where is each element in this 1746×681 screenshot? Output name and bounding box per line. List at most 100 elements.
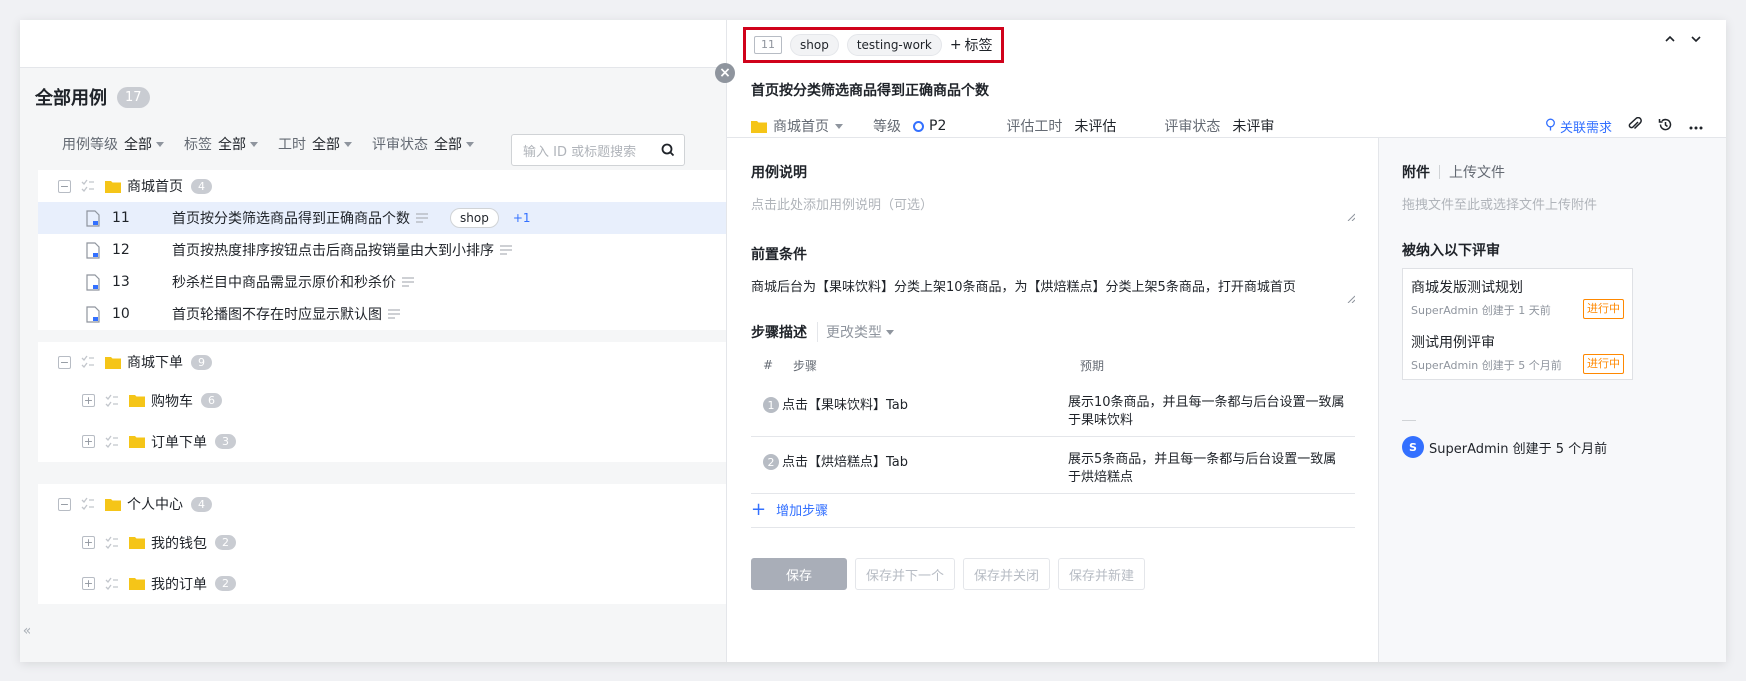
steps-col-num: # [763,358,774,372]
precondition-textarea[interactable]: 商城后台为【果味饮料】分类上架10条商品，为【烘焙糕点】分类上架5条商品，打开商… [751,276,1356,304]
search-input[interactable]: 输入 ID 或标题搜索 [511,134,685,166]
case-title-heading[interactable]: 首页按分类筛选商品得到正确商品个数 [751,80,989,100]
folder-count-badge: 4 [191,496,212,512]
tree-folder-row[interactable]: − 商城首页 4 [38,170,726,202]
tree-folder-row[interactable]: + 我的订单 2 [38,563,726,604]
step-row[interactable]: 2 点击【烘焙糕点】Tab 展示5条商品，并且每一条都与后台设置一致属于烘焙糕点 [751,437,1355,494]
filter-review-status[interactable]: 评审状态 全部 [372,134,474,154]
multi-select-icon[interactable] [105,577,119,591]
expand-icon[interactable]: + [82,577,95,590]
tree-folder-row[interactable]: + 订单下单 3 [38,421,726,462]
multi-select-icon[interactable] [105,536,119,550]
steps-title: 步骤描述 [751,325,807,341]
case-file-icon [86,241,100,259]
case-id: 10 [112,306,130,322]
search-icon[interactable] [652,135,684,165]
case-row[interactable]: 13 秒杀栏目中商品需显示原价和秒杀价 [38,266,726,298]
description-textarea[interactable]: 点击此处添加用例说明（可选） [751,194,1356,222]
collapse-icon[interactable]: − [58,179,71,193]
expand-icon[interactable]: + [82,394,95,407]
more-icon[interactable] [1689,118,1703,134]
collapse-sidebar-icon[interactable]: « [20,612,34,650]
reviews-list: 商城发版测试规划 SuperAdmin 创建于 1 天前 进行中 测试用例评审 … [1402,268,1633,380]
tree-folder-row[interactable]: − 商城下单 9 [38,344,726,380]
step-expected[interactable]: 展示5条商品，并且每一条都与后台设置一致属于烘焙糕点 [1068,451,1348,487]
filter-value: 全部 [124,137,152,153]
module-select[interactable]: 商城首页 [751,116,843,136]
total-count-badge: 17 [117,86,150,108]
chevron-down-icon[interactable] [1690,33,1702,49]
resize-handle-icon[interactable] [1347,210,1356,222]
case-meta-row: 商城首页 等级 P2 评估工时 未评估 评审状态 未评审 关联需求 [751,113,1703,139]
save-close-button[interactable]: 保存并关闭 [963,558,1051,590]
creator-row: S SuperAdmin 创建于 5 个月前 [1402,436,1607,458]
tab-attachments[interactable]: 附件 [1402,162,1430,182]
folder-icon [105,180,121,193]
link-requirement-button[interactable]: 关联需求 [1545,117,1612,136]
page-title-row: 全部用例 17 [35,84,150,110]
caret-down-icon [344,141,352,147]
filter-tag[interactable]: 标签 全部 [184,134,258,154]
plus-icon: + [751,498,767,520]
case-row[interactable]: 10 首页轮播图不存在时应显示默认图 [38,298,726,330]
multi-select-icon[interactable] [81,355,95,369]
estimate-label: 评估工时 [1006,119,1063,135]
tag-chip[interactable]: shop [790,34,839,56]
add-tag-button[interactable]: + 标签 [950,35,993,55]
folder-icon [751,120,767,133]
folder-label: 个人中心 [127,497,183,513]
collapse-icon[interactable]: − [58,497,71,511]
step-row[interactable]: 1 点击【果味饮料】Tab 展示10条商品，并且每一条都与后台设置一致属于果味饮… [751,380,1355,437]
case-detail-panel: 11 shop testing-work + 标签 首页按分类筛选商品得到正确商… [726,20,1726,662]
add-step-button[interactable]: + 增加步骤 [751,494,828,524]
multi-select-icon[interactable] [105,394,119,408]
tag-chip[interactable]: testing-work [846,34,942,56]
filter-effort[interactable]: 工时 全部 [278,134,352,154]
case-title: 首页轮播图不存在时应显示默认图 [172,307,382,323]
expand-icon[interactable]: + [82,435,95,448]
module-label: 商城首页 [773,119,829,135]
upload-dropzone[interactable]: 拖拽文件至此或选择文件上传附件 [1402,194,1597,213]
case-title: 首页按分类筛选商品得到正确商品个数 [172,211,410,227]
action-buttons: 保存 保存并下一个 保存并关闭 保存并新建 [751,558,1146,590]
collapse-icon[interactable]: − [58,355,71,369]
close-icon[interactable]: × [715,63,735,83]
save-next-button[interactable]: 保存并下一个 [855,558,956,590]
save-new-button[interactable]: 保存并新建 [1058,558,1146,590]
case-id-box: 11 [754,36,782,54]
case-tag-more[interactable]: +1 [504,208,539,228]
case-row[interactable]: 12 首页按热度排序按钮点击后商品按销量由大到小排序 [38,234,726,266]
review-item[interactable]: 测试用例评审 SuperAdmin 创建于 5 个月前 进行中 [1403,324,1632,379]
multi-select-icon[interactable] [81,179,95,193]
step-text[interactable]: 点击【果味饮料】Tab [782,394,908,413]
filter-priority[interactable]: 用例等级 全部 [62,134,164,154]
expand-icon[interactable]: + [82,536,95,549]
estimate-field[interactable]: 评估工时 未评估 [1006,116,1116,136]
case-main-column: 用例说明 点击此处添加用例说明（可选） 前置条件 商城后台为【果味饮料】分类上架… [751,138,1379,662]
review-item[interactable]: 商城发版测试规划 SuperAdmin 创建于 1 天前 进行中 [1403,269,1632,324]
change-type-dropdown[interactable]: 更改类型 [817,322,894,342]
caret-down-icon [886,329,894,335]
review-status-badge: 进行中 [1583,354,1624,374]
attachment-icon[interactable] [1628,116,1642,136]
multi-select-icon[interactable] [105,435,119,449]
save-button[interactable]: 保存 [751,558,847,590]
filter-label: 工时 [278,137,306,153]
folder-icon [129,536,145,549]
tree-folder-row[interactable]: − 个人中心 4 [38,486,726,522]
step-number: 1 [763,397,779,413]
case-row[interactable]: 11 首页按分类筛选商品得到正确商品个数 shop +1 [38,202,726,234]
tree-folder-row[interactable]: + 购物车 6 [38,380,726,421]
review-name: 商城发版测试规划 [1411,280,1523,296]
step-expected[interactable]: 展示10条商品，并且每一条都与后台设置一致属于果味饮料 [1068,394,1348,430]
step-text[interactable]: 点击【烘焙糕点】Tab [782,451,908,470]
tab-upload[interactable]: 上传文件 [1449,162,1505,182]
folder-label: 我的订单 [151,576,207,593]
tree-folder-row[interactable]: + 我的钱包 2 [38,522,726,563]
review-field: 评审状态 未评审 [1164,116,1274,136]
history-icon[interactable] [1658,117,1673,136]
chevron-up-icon[interactable] [1664,33,1676,49]
multi-select-icon[interactable] [81,497,95,511]
resize-handle-icon[interactable] [1347,292,1356,304]
priority-field[interactable]: 等级 P2 [873,116,946,136]
